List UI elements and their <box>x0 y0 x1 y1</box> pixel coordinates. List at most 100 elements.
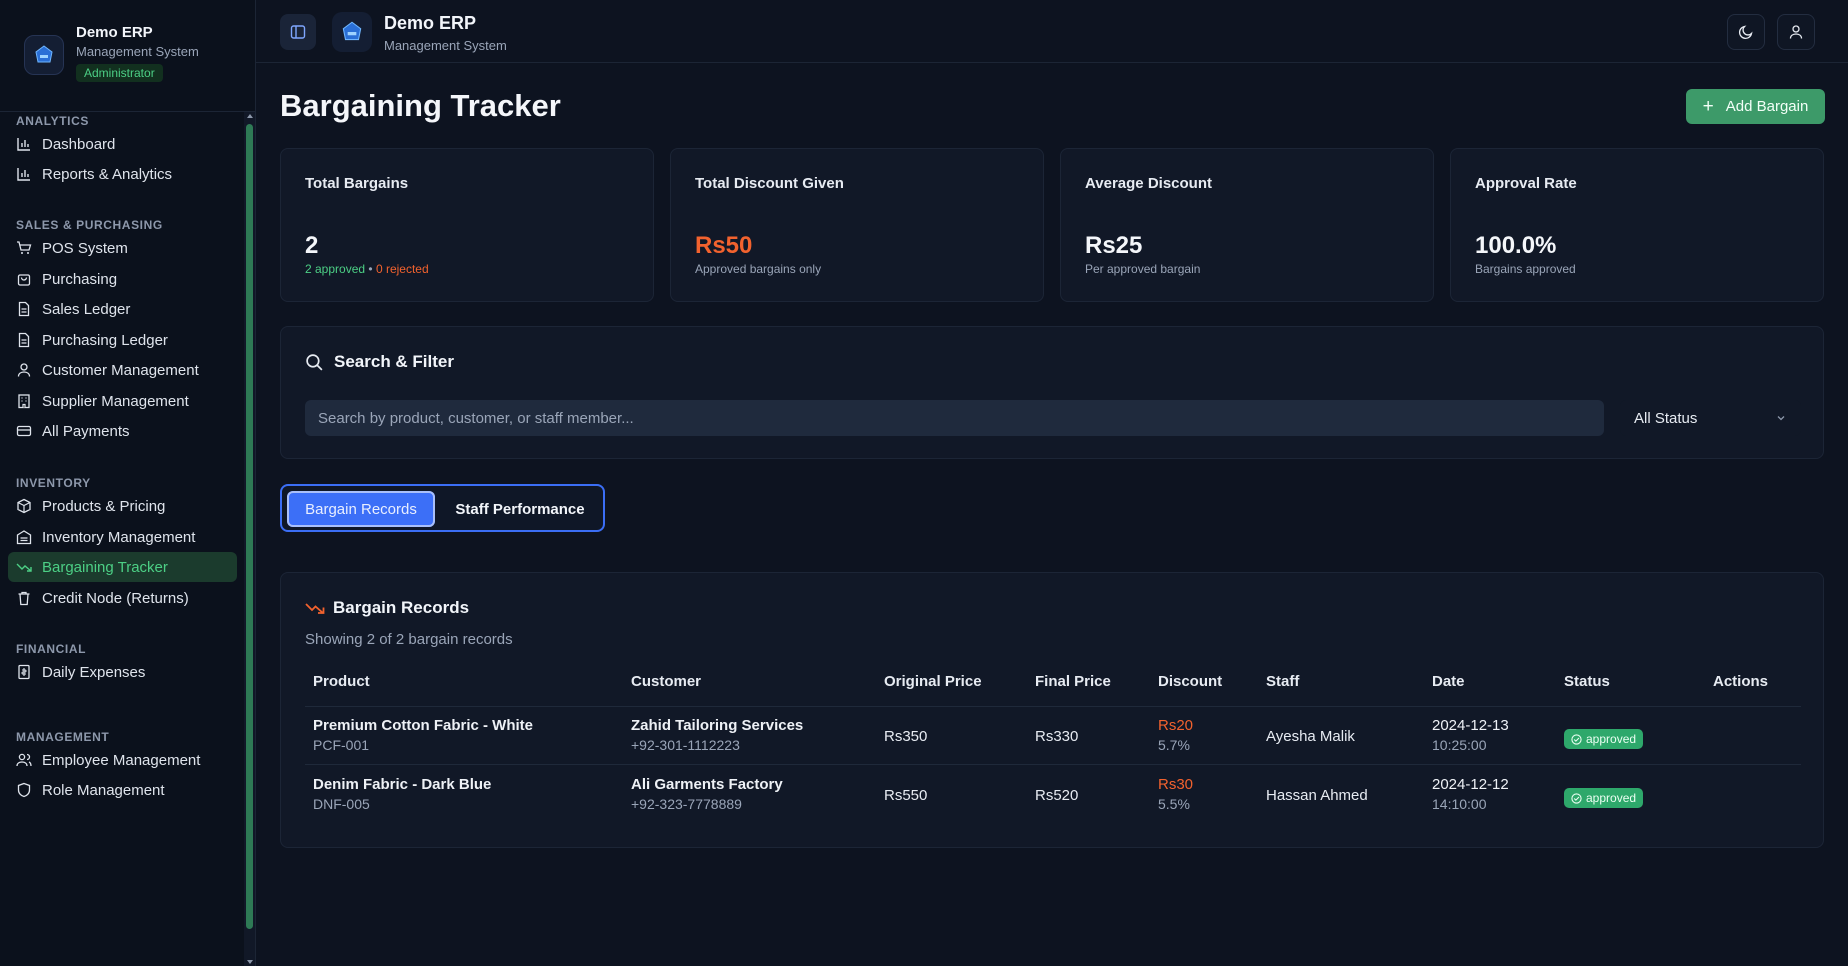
theme-toggle-button[interactable] <box>1727 14 1765 50</box>
panel-left-icon <box>290 25 306 39</box>
discount-amount: Rs30 <box>1158 776 1194 793</box>
customer-phone: +92-301-1112223 <box>631 737 740 753</box>
package-icon <box>17 498 31 514</box>
document-icon <box>18 332 30 348</box>
column-header-discount: Discount <box>1158 673 1223 690</box>
stat-card-average-discount: Average Discount Rs25 Per approved barga… <box>1060 148 1434 302</box>
sidebar-item-inventory[interactable]: Inventory Management <box>8 522 237 552</box>
nav-section-financial: FINANCIAL <box>16 642 87 656</box>
view-tabs: Bargain Records Staff Performance <box>280 484 605 532</box>
sidebar-item-customers[interactable]: Customer Management <box>8 355 237 385</box>
add-bargain-button[interactable]: + Add Bargain <box>1686 89 1825 124</box>
trash-icon <box>18 591 30 606</box>
rejected-count: 0 rejected <box>375 262 429 276</box>
sidebar-item-expenses[interactable]: Daily Expenses <box>8 657 237 687</box>
check-circle-icon <box>1571 733 1582 745</box>
cell-customer: Zahid Tailoring Services +92-301-1112223 <box>631 717 803 753</box>
search-input[interactable] <box>305 400 1604 436</box>
page-title: Bargaining Tracker <box>280 88 561 123</box>
column-header-actions: Actions <box>1713 673 1769 690</box>
sidebar-item-suppliers[interactable]: Supplier Management <box>8 386 237 416</box>
nav-section-sales: SALES & PURCHASING <box>16 218 163 232</box>
erp-logo-icon <box>332 12 372 52</box>
nav-section-analytics: ANALYTICS <box>16 114 89 128</box>
column-header-original-price: Original Price <box>884 673 982 690</box>
column-header-customer: Customer <box>631 673 702 690</box>
app-title: Demo ERP <box>384 13 477 33</box>
trending-down-icon <box>16 563 32 572</box>
status-badge: approved <box>1564 729 1644 749</box>
sidebar-scrollbar[interactable] <box>244 112 255 966</box>
approved-count: 2 approved <box>305 262 366 276</box>
column-header-status: Status <box>1564 673 1610 690</box>
stat-card-total-discount: Total Discount Given Rs50 Approved barga… <box>670 148 1044 302</box>
sidebar-brand: Demo ERP Management System Administrator <box>0 0 255 112</box>
status-text: approved <box>1586 791 1637 805</box>
stat-subtext: Bargains approved <box>1475 262 1576 276</box>
plus-icon: + <box>1702 96 1714 117</box>
scroll-up-arrow-icon[interactable] <box>247 114 253 118</box>
sidebar-item-label: Bargaining Tracker <box>42 558 168 576</box>
column-header-date: Date <box>1432 673 1465 690</box>
cell-original-price: Rs350 <box>884 728 928 745</box>
scrollbar-thumb[interactable] <box>246 124 253 929</box>
brand-title: Demo ERP <box>76 24 153 41</box>
sidebar-item-purchasing[interactable]: Purchasing <box>8 264 237 294</box>
product-name: Denim Fabric - Dark Blue <box>313 776 492 793</box>
sidebar-item-products[interactable]: Products & Pricing <box>8 491 237 521</box>
sidebar-item-credit-node[interactable]: Credit Node (Returns) <box>8 583 237 613</box>
product-sku: DNF-005 <box>313 796 370 812</box>
sidebar-item-dashboard[interactable]: Dashboard <box>8 129 237 159</box>
nav-section-inventory: INVENTORY <box>16 476 91 490</box>
sidebar-item-label: Purchasing <box>42 270 118 288</box>
stat-breakdown: 2 approved • 0 rejected <box>305 262 429 276</box>
credit-card-icon <box>16 425 32 437</box>
cell-staff: Hassan Ahmed <box>1266 787 1368 804</box>
records-summary: Showing 2 of 2 bargain records <box>305 631 513 648</box>
stat-card-total-bargains: Total Bargains 2 2 approved • 0 rejected <box>280 148 654 302</box>
stat-value: Rs50 <box>695 232 753 259</box>
scroll-down-arrow-icon[interactable] <box>247 960 253 964</box>
tab-staff-performance[interactable]: Staff Performance <box>440 491 600 527</box>
discount-percent: 5.7% <box>1158 737 1190 753</box>
cell-date: 2024-12-12 14:10:00 <box>1432 776 1509 812</box>
sidebar-item-label: Purchasing Ledger <box>42 331 168 349</box>
user-icon <box>17 363 31 377</box>
cell-final-price: Rs520 <box>1035 787 1079 804</box>
app-subtitle: Management System <box>384 38 507 53</box>
sidebar-item-reports[interactable]: Reports & Analytics <box>8 159 237 189</box>
cell-product: Denim Fabric - Dark Blue DNF-005 <box>313 776 491 812</box>
header-divider <box>305 706 1801 707</box>
stat-card-approval-rate: Approval Rate 100.0% Bargains approved <box>1450 148 1824 302</box>
time-value: 14:10:00 <box>1432 796 1487 812</box>
sidebar-item-roles[interactable]: Role Management <box>8 775 237 805</box>
stat-value: 100.0% <box>1475 232 1557 259</box>
sidebar-item-label: Customer Management <box>42 361 199 379</box>
top-bar: Demo ERP Management System <box>256 0 1848 63</box>
sidebar-toggle-button[interactable] <box>280 14 316 50</box>
sidebar-item-employees[interactable]: Employee Management <box>8 745 237 775</box>
user-menu-button[interactable] <box>1777 14 1815 50</box>
tab-bargain-records[interactable]: Bargain Records <box>287 491 435 527</box>
column-header-final-price: Final Price <box>1035 673 1111 690</box>
sidebar-item-label: Reports & Analytics <box>42 165 173 183</box>
sidebar-item-payments[interactable]: All Payments <box>8 416 237 446</box>
status-filter-select[interactable]: All Status <box>1620 400 1801 436</box>
column-header-staff: Staff <box>1266 673 1300 690</box>
sidebar-item-label: Dashboard <box>42 135 116 153</box>
sidebar-item-label: Supplier Management <box>42 392 189 410</box>
row-divider <box>305 764 1801 765</box>
date-value: 2024-12-12 <box>1432 776 1509 793</box>
trending-down-icon <box>305 603 325 614</box>
status-badge: approved <box>1564 788 1644 808</box>
sidebar-item-purchasing-ledger[interactable]: Purchasing Ledger <box>8 325 237 355</box>
records-title: Bargain Records <box>305 598 469 618</box>
search-filter-panel: Search & Filter All Status <box>280 326 1824 459</box>
sidebar-item-pos[interactable]: POS System <box>8 233 237 263</box>
filter-title: Search & Filter <box>305 352 454 372</box>
sidebar-item-sales-ledger[interactable]: Sales Ledger <box>8 294 237 324</box>
sidebar-item-label: Products & Pricing <box>42 497 166 515</box>
date-value: 2024-12-13 <box>1432 717 1509 734</box>
status-filter-value: All Status <box>1634 409 1698 427</box>
sidebar-item-bargaining[interactable]: Bargaining Tracker <box>8 552 237 582</box>
